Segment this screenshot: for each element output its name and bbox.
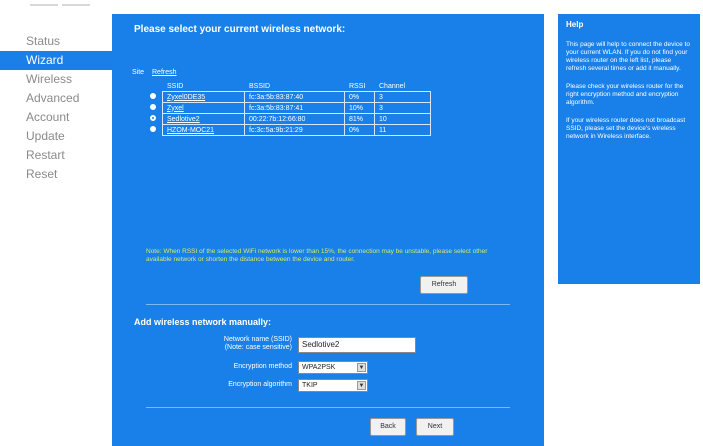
scan-title: Please select your current wireless netw… — [134, 24, 346, 35]
sidebar-item-advanced[interactable]: Advanced — [0, 89, 112, 108]
sidebar-item-account[interactable]: Account — [0, 108, 112, 127]
sidebar-item-wizard[interactable]: Wizard — [0, 51, 112, 70]
refresh-button[interactable]: Refresh — [420, 276, 468, 294]
cell-rssi: 0% — [344, 124, 375, 136]
sidebar-item-status[interactable]: Status — [0, 32, 112, 51]
rssi-note: Note: When RSSI of the selected WiFi net… — [146, 248, 488, 263]
cell-ssid[interactable]: Sedlotive2 — [162, 113, 245, 125]
cell-bssid: fc:3a:5b:83:87:40 — [244, 91, 345, 103]
cell-channel: 3 — [374, 102, 431, 114]
select-label: Site — [132, 69, 145, 76]
cell-channel: 11 — [374, 124, 431, 136]
wizard-panel: Please select your current wireless netw… — [112, 14, 544, 446]
divider — [146, 407, 510, 408]
col-rssi: RSSI — [344, 80, 375, 92]
cell-bssid: 00:22:7b:12:66:80 — [244, 113, 345, 125]
cell-channel: 10 — [374, 113, 431, 125]
col-bssid: BSSID — [244, 80, 345, 92]
logo — [0, 0, 110, 14]
ssid-label: Network name (SSID) (Note: case sensitiv… — [223, 336, 292, 351]
table-row[interactable]: HZOM-MOC21 fc:3c:5a:9b:21:29 0% 11 — [150, 124, 431, 136]
cell-ssid[interactable]: Zyxel0DE35 — [162, 91, 245, 103]
table-header-row: SSID BSSID RSSI Channel — [150, 80, 431, 92]
help-text: Please check your wireless router for th… — [566, 83, 684, 106]
cell-bssid: fc:3a:5b:83:87:41 — [244, 102, 345, 114]
method-label: Encryption method — [233, 363, 292, 370]
divider — [146, 304, 510, 305]
chevron-down-icon[interactable]: ▼ — [357, 381, 366, 390]
table-row[interactable]: Zyxel fc:3a:5b:83:87:41 10% 3 — [150, 102, 431, 114]
encryption-algorithm-select[interactable]: TKIP ▼ — [298, 379, 368, 392]
network-radio[interactable] — [150, 93, 156, 99]
sidebar-nav: Status Wizard Wireless Advanced Account … — [0, 32, 112, 184]
help-panel: Help This page will help to connect the … — [558, 14, 700, 284]
network-table: SSID BSSID RSSI Channel Zyxel0DE35 fc:3a… — [150, 80, 431, 136]
help-title: Help — [566, 20, 584, 29]
sidebar-item-restart[interactable]: Restart — [0, 146, 112, 165]
sidebar-item-update[interactable]: Update — [0, 127, 112, 146]
network-radio-selected[interactable] — [150, 115, 156, 121]
col-channel: Channel — [374, 80, 431, 92]
back-button[interactable]: Back — [370, 418, 406, 436]
network-radio[interactable] — [150, 104, 156, 110]
cell-bssid: fc:3c:5a:9b:21:29 — [244, 124, 345, 136]
refresh-link[interactable]: Refresh — [152, 69, 177, 76]
ssid-input[interactable]: Sedlotive2 — [298, 337, 416, 353]
sidebar-item-wireless[interactable]: Wireless — [0, 70, 112, 89]
cell-rssi: 0% — [344, 91, 375, 103]
cell-ssid[interactable]: Zyxel — [162, 102, 245, 114]
cell-channel: 3 — [374, 91, 431, 103]
cell-ssid[interactable]: HZOM-MOC21 — [162, 124, 245, 136]
cell-rssi: 81% — [344, 113, 375, 125]
encryption-method-select[interactable]: WPA2PSK ▼ — [298, 361, 368, 374]
next-button[interactable]: Next — [416, 418, 454, 436]
network-radio[interactable] — [150, 126, 156, 132]
help-text: This page will help to connect the devic… — [566, 41, 690, 72]
help-text: If your wireless router does not broadca… — [566, 117, 686, 140]
table-row[interactable]: Sedlotive2 00:22:7b:12:66:80 81% 10 — [150, 113, 431, 125]
cell-rssi: 10% — [344, 102, 375, 114]
col-ssid: SSID — [162, 80, 245, 92]
manual-title: Add wireless network manually: — [134, 317, 272, 327]
table-row[interactable]: Zyxel0DE35 fc:3a:5b:83:87:40 0% 3 — [150, 91, 431, 103]
chevron-down-icon[interactable]: ▼ — [357, 363, 366, 372]
sidebar-item-reset[interactable]: Reset — [0, 165, 112, 184]
algorithm-label: Encryption algorithm — [228, 381, 292, 388]
